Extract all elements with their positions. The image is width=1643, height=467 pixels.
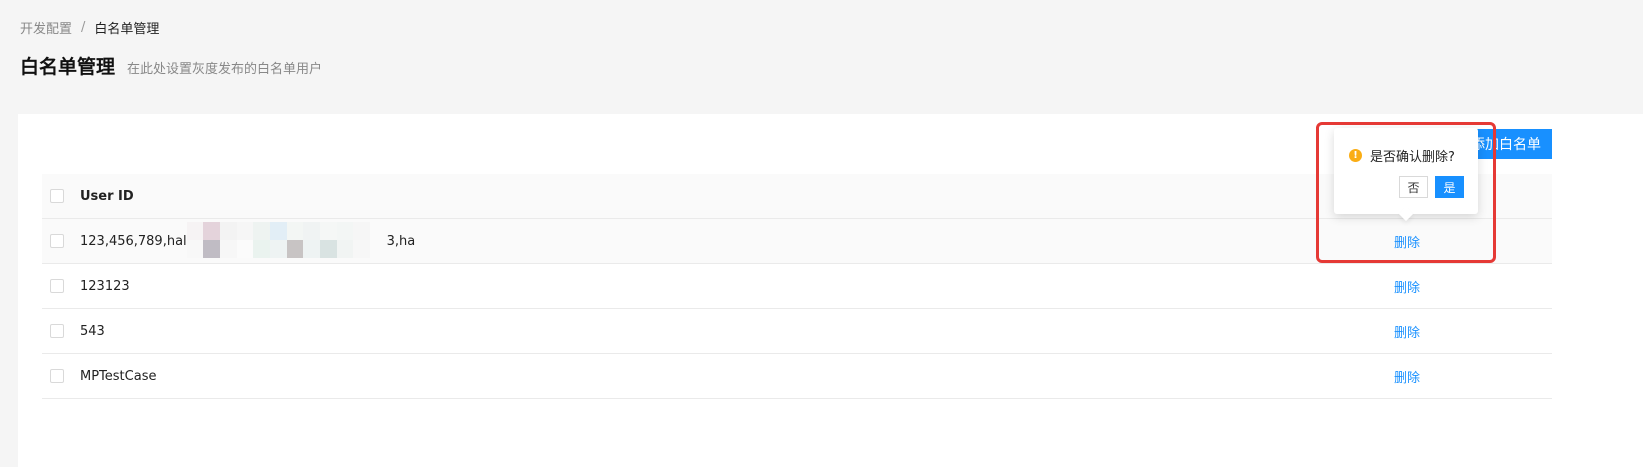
popover-message: ! 是否确认删除?: [1349, 146, 1455, 165]
whitelist-table: User ID 123,456,789,hal 3,ha 删除 123123 删…: [42, 174, 1552, 399]
user-id-suffix: 3,ha: [386, 233, 416, 249]
page-title: 白名单管理: [20, 56, 116, 78]
breadcrumb-separator: /: [81, 20, 86, 35]
page-subtitle: 在此处设置灰度发布的白名单用户: [127, 62, 323, 77]
confirm-button[interactable]: 是: [1435, 176, 1464, 198]
breadcrumb-parent[interactable]: 开发配置: [20, 18, 72, 37]
user-id-cell: 123,456,789,hal 3,ha: [80, 221, 416, 258]
exclamation-circle-icon: !: [1349, 149, 1362, 162]
page-header: 白名单管理 在此处设置灰度发布的白名单用户: [20, 52, 322, 79]
table-row: 123123 删除: [42, 264, 1552, 309]
select-all-checkbox[interactable]: [50, 189, 64, 203]
user-id-cell: 543: [80, 323, 105, 339]
redacted-mosaic: [186, 221, 387, 258]
delete-link[interactable]: 删除: [1394, 367, 1454, 386]
row-checkbox[interactable]: [50, 234, 64, 248]
row-checkbox[interactable]: [50, 279, 64, 293]
column-header-user-id: User ID: [80, 188, 134, 204]
user-id-cell: MPTestCase: [80, 368, 157, 384]
user-id-prefix: 123,456,789,hal: [80, 233, 187, 249]
table-header-row: User ID: [42, 174, 1552, 219]
delete-link[interactable]: 删除: [1394, 322, 1454, 341]
popover-message-text: 是否确认删除?: [1370, 150, 1455, 165]
cancel-button[interactable]: 否: [1399, 176, 1428, 198]
table-row: 543 删除: [42, 309, 1552, 354]
table-row: MPTestCase 删除: [42, 354, 1552, 399]
delete-link[interactable]: 删除: [1394, 277, 1454, 296]
row-checkbox[interactable]: [50, 369, 64, 383]
delete-link[interactable]: 删除: [1394, 232, 1454, 251]
row-checkbox[interactable]: [50, 324, 64, 338]
breadcrumb: 开发配置 / 白名单管理: [20, 18, 159, 37]
user-id-cell: 123123: [80, 278, 130, 294]
breadcrumb-current: 白名单管理: [94, 22, 160, 37]
delete-confirm-popover: ! 是否确认删除? 否 是: [1334, 128, 1478, 222]
table-row: 123,456,789,hal 3,ha 删除: [42, 219, 1552, 264]
